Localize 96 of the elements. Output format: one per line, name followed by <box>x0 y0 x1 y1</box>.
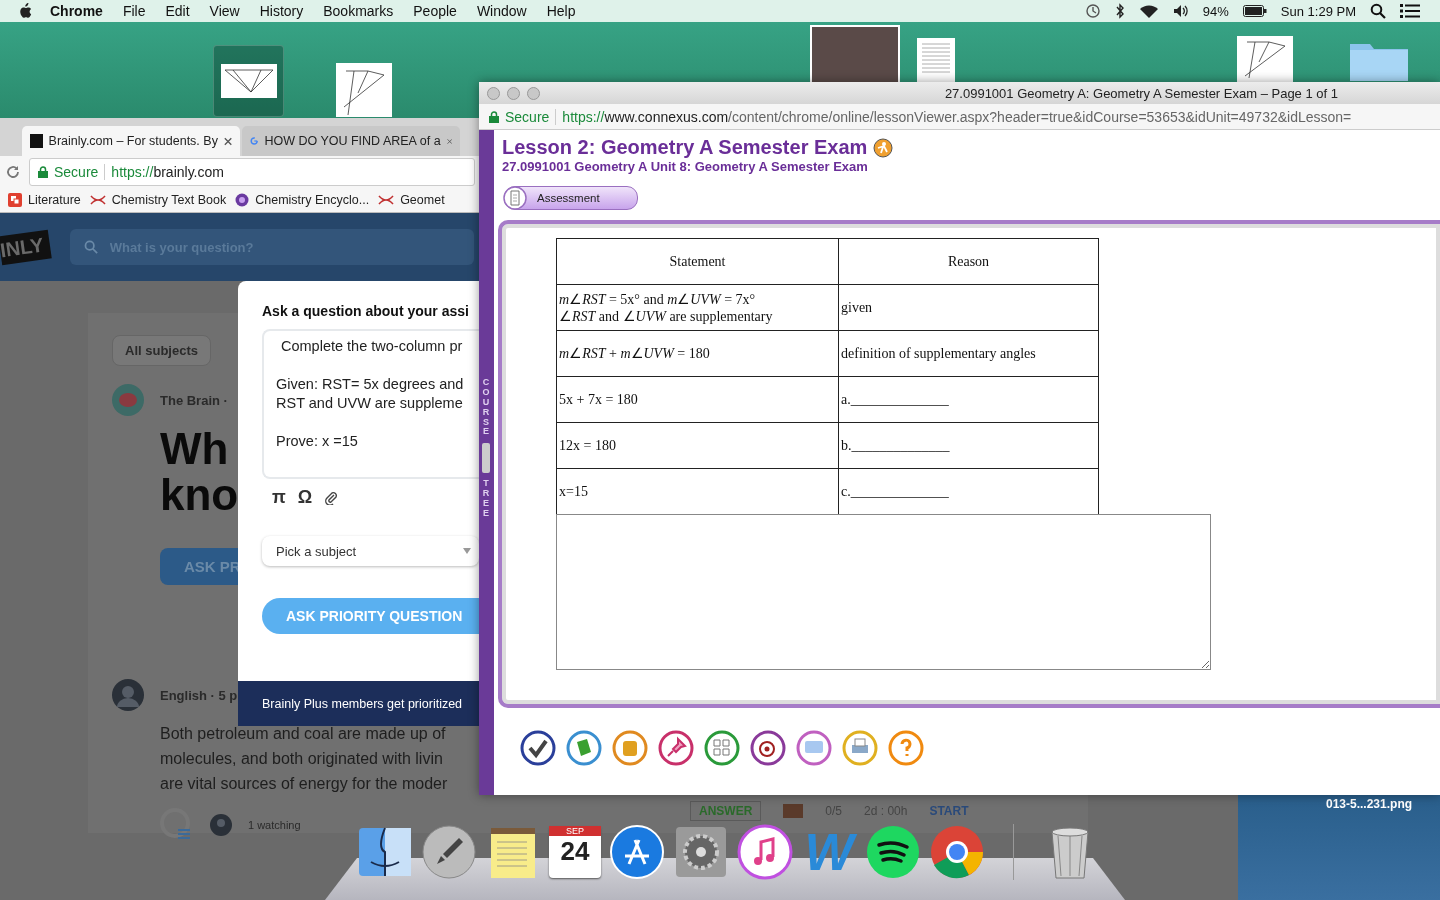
lock-icon <box>38 166 48 178</box>
book-icon <box>783 804 804 818</box>
check-icon[interactable] <box>520 730 556 766</box>
geometry-figure-thumbnail[interactable] <box>1237 36 1293 82</box>
menu-item[interactable]: Bookmarks <box>323 3 394 19</box>
question-text: Both petroleum and coal are made up of molecules, and both originated with livin are vital sources of energy for the moder <box>160 724 448 795</box>
menu-item[interactable]: View <box>209 3 240 19</box>
photo-placeholder[interactable] <box>810 25 900 84</box>
column-header: Statement <box>556 238 839 285</box>
symbol-button[interactable]: π <box>272 487 286 508</box>
chat-bubble-icon[interactable] <box>796 730 832 766</box>
file-name-label[interactable]: 013-5...231.png <box>1326 797 1413 811</box>
apple-logo-icon[interactable] <box>18 3 32 19</box>
table-cell: m∠RST = 5x° and m∠UVW = 7x° ∠RST and ∠UVW are supplementary <box>556 284 839 331</box>
g-logo-icon <box>250 134 259 148</box>
round-logo-icon <box>235 193 250 207</box>
menu-app-name[interactable]: Chrome <box>50 3 103 19</box>
address-bar[interactable]: Secure https://brainly.com <box>29 158 475 186</box>
browser-tab[interactable]: HOW DO YOU FIND AREA of a <box>242 126 460 156</box>
paperclip-icon[interactable] <box>324 490 339 505</box>
breadcrumb: 27.0991001 Geometry A Unit 8: Geometry A Semester Exam <box>501 159 869 174</box>
caret-icon <box>463 548 471 554</box>
list-icon[interactable] <box>1400 3 1420 19</box>
book-icon[interactable] <box>566 730 602 766</box>
secure-label: Secure <box>54 164 106 180</box>
checklist-icon[interactable] <box>704 730 740 766</box>
bluetooth-icon[interactable] <box>1114 3 1125 19</box>
browser-tab[interactable]: Brainly.com – For students. By <box>22 126 240 156</box>
address-bar[interactable]: Secure https://www.connexus.com/content/chrome/online/lessonViewer.aspx?header=true&idCourse=53653&idUnit=49732&idLesson= <box>479 104 1440 130</box>
search-icon[interactable] <box>1370 3 1386 19</box>
menu-item[interactable]: Help <box>546 3 576 19</box>
backpack-icon[interactable] <box>612 730 648 766</box>
window-title: 27.0991001 Geometry A: Geometry A Semester Exam – Page 1 of 1 <box>944 85 1339 101</box>
symbol-button[interactable]: Ω <box>297 487 313 508</box>
question-heading: Wh kno <box>160 426 239 519</box>
table-cell: 5x + 7x = 180 <box>556 376 839 423</box>
table-cell: m∠RST + m∠UVW = 180 <box>556 330 839 377</box>
table-cell: b.______________ <box>838 422 1099 469</box>
url-text: https://www.connexus.com/content/chrome/online/lessonViewer.aspx?header=true&idCourse=53653&idUnit=49732&idLesson= <box>562 108 1352 125</box>
app-store-icon[interactable] <box>609 824 665 880</box>
pushpin-icon[interactable] <box>658 730 694 766</box>
table-cell: definition of supplementary angles <box>838 330 1099 377</box>
reload-icon[interactable] <box>5 164 21 180</box>
document-thumbnail[interactable] <box>917 38 955 82</box>
table-cell: given <box>838 284 1099 331</box>
course-tree-tab[interactable]: COURSE TREE <box>480 378 492 519</box>
crossed-curves-icon <box>89 195 106 205</box>
chrome-icon[interactable] <box>929 824 985 880</box>
target-icon[interactable] <box>750 730 786 766</box>
wifi-icon[interactable] <box>1138 3 1159 19</box>
bookmark-item[interactable]: Literature <box>8 193 81 207</box>
lesson-title: Lesson 2: Geometry A Semester Exam <box>502 136 868 159</box>
spotify-icon[interactable] <box>865 824 921 880</box>
bookmark-item[interactable]: Chemistry Encyclo... <box>235 193 370 207</box>
watching-count: 1 watching <box>248 819 301 832</box>
table-cell: 12x = 180 <box>556 422 839 469</box>
menu-item[interactable]: Window <box>476 3 527 19</box>
url-text: https://brainly.com <box>111 164 224 180</box>
post-meta: English · 5 p <box>160 687 238 703</box>
answer-field[interactable] <box>556 514 1211 670</box>
user-avatar-icon <box>210 814 232 837</box>
lock-icon <box>489 110 499 123</box>
person-badge-icon[interactable] <box>873 137 894 158</box>
search-icon <box>83 240 98 254</box>
bookmark-item[interactable]: Geomet <box>378 193 445 207</box>
clock-icon[interactable] <box>1084 3 1101 19</box>
battery-icon[interactable] <box>1242 5 1267 17</box>
column-header: Reason <box>838 238 1099 285</box>
dialog-title: Ask a question about your assi <box>262 303 469 319</box>
close-icon[interactable] <box>446 136 452 146</box>
music-note-icon[interactable] <box>737 824 793 880</box>
secure-label: Secure <box>505 108 557 125</box>
gear-icon[interactable] <box>673 824 729 880</box>
subject-select[interactable]: Pick a subject <box>262 536 479 566</box>
battery-percentage: 94% <box>1202 3 1229 19</box>
bookmark-app-icon <box>8 193 22 207</box>
assessment-tab[interactable]: Assessment <box>504 186 638 210</box>
b-logo-icon <box>30 134 43 148</box>
brain-avatar-icon <box>112 384 144 416</box>
volume-icon[interactable] <box>1172 4 1189 18</box>
author-name: The Brain · <box>160 392 228 408</box>
user-avatar-icon <box>112 679 144 712</box>
menu-item[interactable]: File <box>122 3 146 19</box>
footer-text: Brainly Plus members get prioritized <box>238 681 479 726</box>
menu-item[interactable]: History <box>259 3 304 19</box>
crossed-curves-icon <box>378 195 395 205</box>
diagram-thumbnail[interactable] <box>220 64 277 98</box>
menu-item[interactable]: Edit <box>165 3 190 19</box>
calendar-icon[interactable]: SEP 24 <box>549 826 601 878</box>
bookmark-item[interactable]: Chemistry Text Book <box>89 193 227 207</box>
close-icon[interactable] <box>223 136 232 146</box>
document-icon <box>503 186 527 210</box>
menu-clock[interactable]: Sun 1:29 PM <box>1280 3 1356 19</box>
geometry-figure-thumbnail[interactable] <box>336 63 392 117</box>
menu-item[interactable]: People <box>413 3 457 19</box>
table-cell: a.______________ <box>838 376 1099 423</box>
